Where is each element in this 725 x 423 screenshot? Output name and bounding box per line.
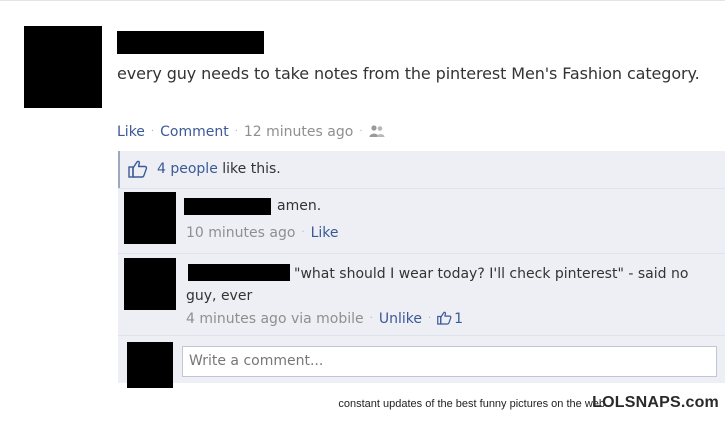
post-comment-link[interactable]: Comment xyxy=(160,124,229,140)
comment-author-name-redacted[interactable] xyxy=(184,198,271,215)
thumbs-up-icon xyxy=(437,311,452,325)
comment-divider xyxy=(118,253,725,254)
separator-dot: · xyxy=(369,313,373,324)
likes-suffix: like this. xyxy=(222,161,281,177)
write-comment-input[interactable]: Write a comment... xyxy=(182,346,717,377)
comment-text: amen. xyxy=(277,198,322,214)
comment-timestamp[interactable]: 10 minutes ago xyxy=(186,225,295,241)
thumbs-up-icon xyxy=(128,160,148,178)
top-divider xyxy=(0,0,725,1)
separator-dot: · xyxy=(150,126,155,137)
comment-author-avatar[interactable] xyxy=(124,258,176,310)
separator-dot: · xyxy=(427,313,432,324)
comment-author-name-redacted[interactable] xyxy=(188,264,290,281)
post-author-name-redacted[interactable] xyxy=(117,31,264,54)
comment-timestamp[interactable]: 4 minutes ago via mobile xyxy=(186,311,364,327)
like-count-value: 1 xyxy=(454,311,464,327)
comment-divider xyxy=(118,335,725,336)
viewer-avatar xyxy=(127,342,173,388)
separator-dot: · xyxy=(234,126,238,137)
separator-dot: · xyxy=(359,126,363,137)
post-message: every guy needs to take notes from the p… xyxy=(117,64,700,83)
post-author-avatar[interactable] xyxy=(24,26,102,108)
post-timestamp[interactable]: 12 minutes ago xyxy=(244,124,353,140)
comment-author-avatar[interactable] xyxy=(124,192,176,244)
comment-unlike-link[interactable]: Unlike xyxy=(379,311,422,327)
comment-meta: 10 minutes ago · Like xyxy=(186,225,339,241)
likes-summary: 4 people like this. xyxy=(118,151,725,188)
site-logo: LOLSNAPS.com xyxy=(592,394,719,411)
post-like-link[interactable]: Like xyxy=(117,124,145,140)
friends-icon[interactable] xyxy=(369,124,385,138)
people-who-like-link[interactable]: 4 people xyxy=(157,161,218,177)
comment-divider xyxy=(118,188,725,189)
comment-meta: 4 minutes ago via mobile · Unlike · 1 xyxy=(186,309,463,327)
separator-dot: · xyxy=(301,227,305,238)
comment-like-count[interactable]: 1 xyxy=(437,311,463,327)
likes-text: 4 people like this. xyxy=(157,161,281,177)
comment-like-link[interactable]: Like xyxy=(311,225,339,241)
footer-caption: constant updates of the best funny pictu… xyxy=(338,398,605,410)
post-actions: Like · Comment · 12 minutes ago · xyxy=(117,122,385,140)
